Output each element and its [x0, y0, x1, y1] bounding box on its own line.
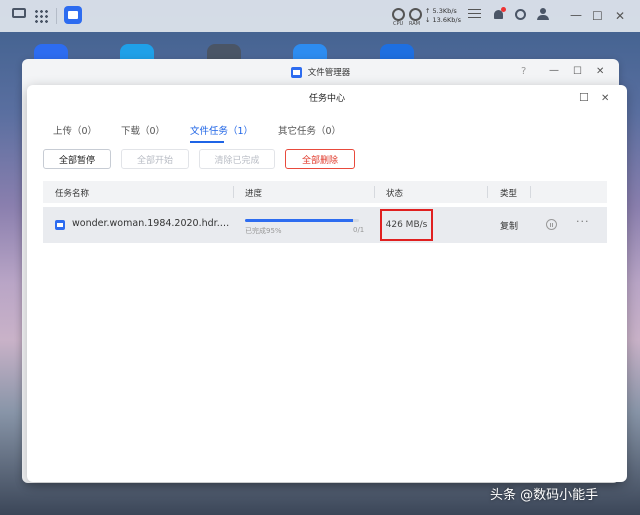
- column-divider[interactable]: [233, 186, 234, 198]
- column-divider[interactable]: [487, 186, 488, 198]
- progress-bar: [245, 219, 359, 222]
- fm-close-button[interactable]: ✕: [596, 66, 604, 78]
- search-icon[interactable]: [515, 9, 526, 20]
- task-center-dialog: 任务中心 ☐ ✕ 上传（0） 下载（0） 文件任务（1） 其它任务（0） 全部暂…: [27, 85, 627, 482]
- delete-all-button[interactable]: 全部删除: [285, 149, 355, 169]
- dialog-maximize-button[interactable]: ☐: [579, 92, 589, 104]
- file-manager-title: 文件管理器: [307, 68, 351, 78]
- ram-label: RAM: [409, 21, 421, 27]
- close-button[interactable]: ✕: [615, 10, 625, 22]
- system-taskbar: CPU RAM ↑ 5.3Kb/s ↓ 13.6Kb/s — ☐ ✕: [0, 0, 640, 32]
- user-avatar-icon[interactable]: [537, 8, 549, 21]
- upload-speed: ↑ 5.3Kb/s: [425, 7, 457, 15]
- table-row[interactable]: wonder.woman.1984.2020.hdr.2160p.web.h26…: [43, 207, 607, 243]
- cpu-label: CPU: [393, 21, 404, 27]
- active-tab-indicator: [190, 141, 224, 143]
- task-type: 复制: [500, 222, 519, 232]
- download-speed: ↓ 13.6Kb/s: [425, 16, 461, 24]
- dialog-close-button[interactable]: ✕: [601, 93, 609, 105]
- minimize-button[interactable]: —: [570, 9, 582, 21]
- table-header: 任务名称 进度 状态 类型: [43, 181, 607, 203]
- app-grid-icon[interactable]: [34, 9, 48, 23]
- column-header-type[interactable]: 类型: [500, 187, 517, 199]
- progress-bar-fill: [245, 219, 354, 222]
- column-header-progress[interactable]: 进度: [245, 187, 262, 199]
- file-manager-icon: [290, 66, 302, 78]
- more-options-icon[interactable]: ···: [576, 215, 590, 228]
- file-manager-titlebar: 文件管理器: [22, 59, 619, 85]
- transfer-speed-status: 426 MB/s: [380, 209, 433, 241]
- clear-completed-button[interactable]: 清除已完成: [199, 149, 275, 169]
- ram-gauge-icon[interactable]: [409, 8, 422, 21]
- column-divider[interactable]: [530, 186, 531, 198]
- tab-file-tasks[interactable]: 文件任务（1）: [190, 123, 253, 137]
- show-desktop-icon[interactable]: [12, 8, 26, 18]
- fm-minimize-button[interactable]: —: [549, 65, 559, 77]
- file-manager-taskbar-icon[interactable]: [64, 6, 82, 24]
- column-divider[interactable]: [374, 186, 375, 198]
- notification-bell-icon[interactable]: [493, 7, 506, 21]
- network-speed: ↑ 5.3Kb/s ↓ 13.6Kb/s: [425, 7, 461, 25]
- pause-task-icon[interactable]: [546, 219, 557, 230]
- tab-download[interactable]: 下载（0）: [121, 123, 165, 137]
- task-name: wonder.woman.1984.2020.hdr.2160p.web.h26…: [72, 218, 232, 229]
- maximize-button[interactable]: ☐: [592, 10, 603, 22]
- file-task-icon: [55, 220, 65, 230]
- tab-upload[interactable]: 上传（0）: [53, 123, 97, 137]
- start-all-button[interactable]: 全部开始: [121, 149, 189, 169]
- taskbar-divider: [56, 8, 57, 24]
- dialog-title: 任务中心: [308, 94, 345, 104]
- pause-all-button[interactable]: 全部暂停: [43, 149, 111, 169]
- task-list-icon[interactable]: [468, 9, 481, 20]
- progress-text: 已完成95%: [245, 227, 282, 235]
- cpu-gauge-icon[interactable]: [392, 8, 405, 21]
- fm-maximize-button[interactable]: ☐: [573, 66, 582, 78]
- watermark: 头条 @数码小能手: [490, 488, 599, 503]
- tab-other-tasks[interactable]: 其它任务（0）: [278, 123, 341, 137]
- progress-count: 0/1: [353, 226, 365, 234]
- help-button[interactable]: ?: [521, 66, 526, 78]
- column-header-name[interactable]: 任务名称: [55, 187, 89, 199]
- column-header-status[interactable]: 状态: [386, 187, 403, 199]
